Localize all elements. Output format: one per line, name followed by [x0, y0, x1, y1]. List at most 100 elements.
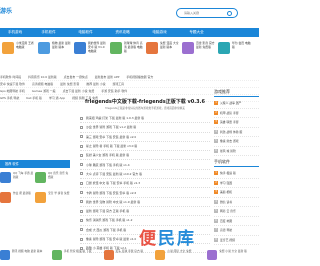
download-card[interactable]: 免费 漫画 大全 最新 版本 [146, 40, 180, 64]
tag-link[interactable]: Kali 手机 版 [26, 96, 42, 100]
ranking-item[interactable]: 4 刺激 战场 体验 服 [214, 128, 259, 137]
download-card[interactable]: 华为 会员 电脑版 [218, 40, 256, 64]
tag-link[interactable]: 点击发布 一键快点 [64, 75, 88, 79]
ranking-item-label: 学习 强国 [220, 180, 233, 185]
ranking-item-label: 像素 射击 游戏 [220, 139, 239, 144]
ranking-list: 1 火柴人 战争 遗产 2 机甲 战队 手游 3 英雄 联盟 手游 4 刺激 战场 体验… [214, 99, 259, 156]
nav-pc-apps[interactable]: 电脑软件 [67, 30, 104, 35]
download-card[interactable]: 植物 最新 最新 最新 版本 [38, 40, 72, 64]
ranking-item[interactable]: 6 百度 地图 [214, 217, 259, 226]
tag-row: 安卓 快速下载 软件 高清视频 电脑版 最新 免费 影音 推荐 最新 小说 游戏… [0, 81, 259, 88]
tag-link[interactable]: 游戏工具 [113, 82, 125, 86]
ranking-item[interactable]: 3 美颜 相机 [214, 188, 259, 198]
bottom-app-item[interactable]: 手机 管家 极速 版 下载 [51, 248, 104, 266]
list-item[interactable]: 口袋 妖怪 中文 版 下载 安卓 手机 版 v1.3 [80, 179, 210, 189]
watermark-rest: 民库 [158, 229, 196, 249]
left-app-item[interactable]: QQ 飞车 手游 最新版 [0, 171, 35, 192]
ranking-item[interactable]: 1 火柴人 战争 遗产 [214, 99, 259, 109]
ranking-item-label: 百度 地图 [220, 218, 233, 223]
ranking-item-label: 高德 导航 [220, 228, 233, 233]
list-item[interactable]: 沙盒 世界 冒险 游戏 下载 v1.2 最新 版 [80, 123, 210, 133]
app-thumb [103, 250, 114, 260]
nav-pc-games[interactable]: 电脑游戏 [141, 30, 178, 35]
list-item[interactable]: 小球 跳跃 游戏 下载 手机 版 v1.4 [80, 160, 210, 170]
tag-row: 手机软件 时间段 抖音音乐 10.6 最新版 点击发布 一键快点 最新发布 最新… [0, 74, 259, 81]
nav-news[interactable]: 资讯攻略 [104, 30, 141, 35]
tag-link[interactable]: GPS 手机 导航 [0, 96, 19, 100]
list-item-text: 大众 点评 下载 安装 最新 版 v10.2 官方 版 [86, 171, 142, 176]
download-card[interactable]: 小米应用 王者 电脑版 [2, 40, 36, 64]
tag-link[interactable]: 抖音音乐 10.6 最新版 [28, 75, 57, 79]
nav-mobile-games[interactable]: 手机游戏 [0, 30, 30, 35]
search-box[interactable] [176, 8, 238, 18]
nav-topics[interactable]: 专题大全 [178, 30, 215, 35]
list-item[interactable]: 快乐 消消乐 游戏 下载 手机 版 v1.2 [80, 216, 210, 226]
app-thumb [0, 192, 11, 203]
rank-badge: 4 [214, 129, 218, 134]
search-icon[interactable] [227, 11, 232, 16]
tag-link[interactable]: 安卓 快速下载 软件 [0, 82, 25, 86]
tag-link[interactable]: Gps 地图导航 手机 [0, 89, 25, 93]
bullet-icon [80, 125, 83, 129]
bullet-icon [80, 163, 83, 167]
list-item[interactable]: 大众 点评 下载 安装 最新 版 v10.2 官方 版 [80, 170, 210, 180]
ranking-item[interactable]: 4 微信 读书 [214, 198, 259, 207]
tag-link[interactable]: 手游 安装 助手 软件 [101, 89, 127, 93]
left-app-item[interactable]: QQ 音乐 音乐 免费版 [35, 171, 70, 192]
left-app-item[interactable]: 宝宝 学 拼音 免费 [35, 191, 70, 212]
search-input[interactable] [184, 11, 228, 15]
tag-link[interactable]: 最新发布 最新 APP [95, 75, 120, 79]
download-card[interactable]: 新球球 体育 高清 最新版 电脑版 [110, 40, 144, 64]
tag-link[interactable]: 学习 通 App [49, 96, 65, 100]
ranking-item-label: 爱奇艺 视频 [220, 237, 235, 242]
ranking-item[interactable]: 5 网易 云 音乐 [214, 207, 259, 217]
list-item-text: 口袋 妖怪 中文 版 下载 安卓 手机 版 v1.3 [86, 181, 141, 186]
list-item[interactable]: 卡牌 冒险 游戏 下载 安装 安卓 版 v2.6 [80, 188, 210, 198]
list-item[interactable]: 星之 冒险 者 手机 版 下载 最新 v3.0 版 [80, 142, 210, 152]
list-item[interactable]: 第三 游戏 安卓 下载 安装 最新 版 v2.0 [80, 133, 210, 142]
list-item[interactable]: 最新 游戏 下载 官方 正版 手机 版 [80, 207, 210, 217]
ranking-item[interactable]: 5 像素 射击 游戏 [214, 137, 259, 147]
ranking-item[interactable]: 2 机甲 战队 手游 [214, 109, 259, 118]
bullet-icon [80, 153, 83, 157]
app-thumb [0, 172, 11, 183]
tag-link[interactable]: 最新 免费 影音 [60, 82, 79, 86]
download-card[interactable]: 迅雷 影音 官方 最新 免费版 [182, 40, 216, 64]
bottom-app-item[interactable]: 街头 篮球 手游 官方 版 [103, 248, 156, 266]
app-thumb [74, 42, 86, 54]
left-app-item[interactable]: 作业 帮 最新版 [0, 191, 35, 212]
tag-link[interactable]: 手机视频播放器 官方 [126, 75, 153, 79]
nav-mobile-apps[interactable]: 手机软件 [30, 30, 67, 35]
tag-link[interactable]: 点击下载 最新 小说 免费 [63, 89, 95, 93]
ranking-item[interactable]: 6 暴风 城 冒险 [214, 147, 259, 156]
ranking-item[interactable]: 8 爱奇艺 视频 [214, 236, 259, 245]
rank-badge: 8 [214, 237, 218, 242]
list-item[interactable]: 我的 世界 宠物 冒险 中文 版 v1.9 最新 版 [80, 198, 210, 207]
bottom-app-item[interactable]: 免费 小说 大全 最新 版 [207, 248, 259, 266]
tag-link[interactable]: Gamee 游戏 一般 [32, 89, 56, 93]
app-thumb [35, 192, 46, 203]
tag-link[interactable]: 推荐 最新 小说 [86, 82, 105, 86]
list-item[interactable]: 装扮 美少女 游戏 手机 版 最新 版 [80, 151, 210, 161]
bottom-app-item[interactable]: 小说 阅读 大全 免费 [155, 248, 207, 266]
ranking-item[interactable]: 7 高德 导航 [214, 226, 259, 236]
list-item-text: 快乐 消消乐 游戏 下载 手机 版 v1.2 [86, 218, 133, 223]
bullet-icon [80, 218, 83, 222]
download-card[interactable]: 我的世界 最新 安卓 版 V1.0 电脑版 [74, 40, 108, 64]
list-item[interactable]: 我来组 鸡鹿 打架 下载 最新 版 1.0.3 最新 版 [80, 114, 210, 124]
site-logo[interactable]: 游乐 [0, 6, 18, 18]
ranking-item[interactable]: 2 学习 强国 [214, 179, 259, 188]
ranking-item[interactable]: 3 英雄 联盟 手游 [214, 118, 259, 128]
app-thumb [38, 42, 50, 54]
tag-link[interactable]: 高清视频 电脑版 [32, 82, 53, 86]
app-thumb [155, 250, 166, 260]
bottom-app-item[interactable]: 腾讯 视频 电脑 最新 版本 [0, 248, 52, 266]
list-item-text: 合成 大 西瓜 游戏 下载 手机 版 [86, 227, 127, 232]
bullet-icon [80, 209, 83, 213]
tag-link[interactable]: 手机软件 时间段 [0, 75, 21, 79]
list-item-text: 最新 游戏 下载 官方 正版 手机 版 [86, 209, 130, 214]
ranking-item[interactable]: 1 快手 极速 版 [214, 169, 259, 179]
rank-badge: 3 [214, 120, 218, 125]
app-thumb [2, 42, 14, 54]
app-title: 迅雷 影音 官方 最新 免费版 [196, 41, 215, 49]
